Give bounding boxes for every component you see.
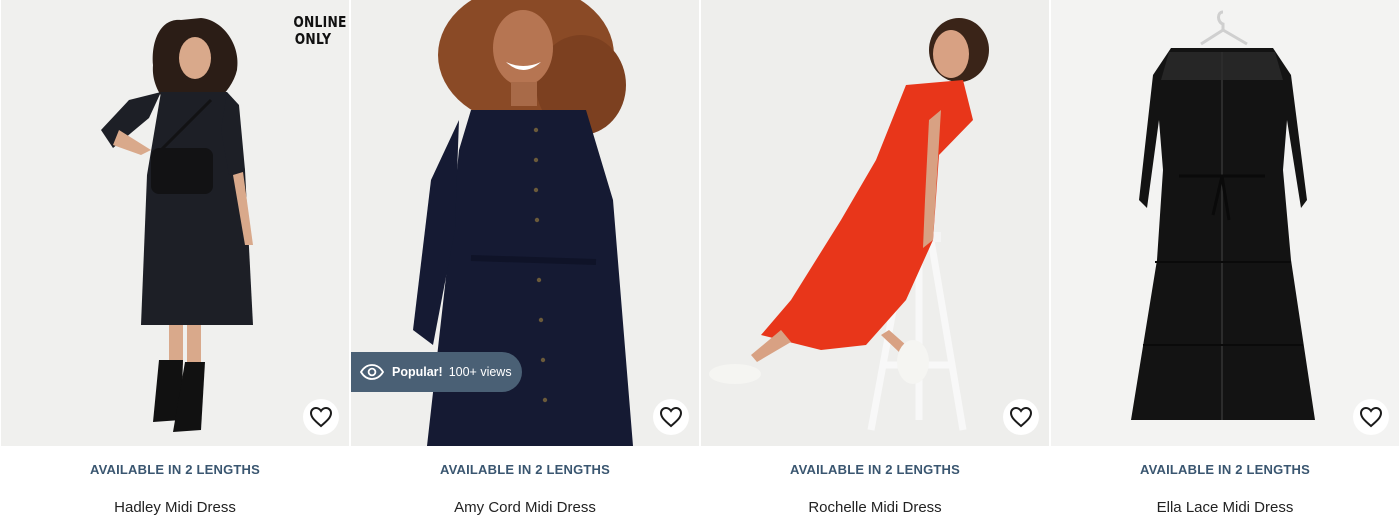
heart-outline-icon bbox=[659, 406, 683, 428]
popular-label: Popular! bbox=[392, 365, 443, 379]
product-name[interactable]: Amy Cord Midi Dress bbox=[351, 499, 699, 516]
heart-outline-icon bbox=[1359, 406, 1383, 428]
lengths-label: AVAILABLE IN 2 LENGTHS bbox=[1139, 462, 1311, 477]
online-only-badge: ONLINE ONLY bbox=[293, 13, 347, 48]
product-photo-ella bbox=[1051, 0, 1399, 446]
product-name[interactable]: Rochelle Midi Dress bbox=[701, 499, 1049, 516]
lengths-label: AVAILABLE IN 2 LENGTHS bbox=[89, 462, 261, 477]
product-name[interactable]: Ella Lace Midi Dress bbox=[1051, 499, 1399, 516]
product-card-amy[interactable]: Popular! 100+ views AVAILABLE IN 2 LENGT… bbox=[351, 0, 699, 520]
heart-outline-icon bbox=[309, 406, 333, 428]
product-card-rochelle[interactable]: AVAILABLE IN 2 LENGTHS Rochelle Midi Dre… bbox=[701, 0, 1049, 520]
lengths-label: AVAILABLE IN 2 LENGTHS bbox=[439, 462, 611, 477]
heart-outline-icon bbox=[1009, 406, 1033, 428]
wishlist-button[interactable] bbox=[303, 399, 339, 435]
product-card-ella[interactable]: AVAILABLE IN 2 LENGTHS Ella Lace Midi Dr… bbox=[1051, 0, 1399, 520]
product-image[interactable]: Popular! 100+ views bbox=[351, 0, 699, 446]
wishlist-button[interactable] bbox=[653, 399, 689, 435]
product-image[interactable] bbox=[701, 0, 1049, 446]
eye-icon bbox=[360, 364, 384, 380]
popular-badge: Popular! 100+ views bbox=[351, 352, 522, 392]
product-image[interactable]: ONLINE ONLY bbox=[1, 0, 349, 446]
product-card-hadley[interactable]: ONLINE ONLY AVAILABLE IN 2 LENGTHS Hadle… bbox=[1, 0, 349, 520]
wishlist-button[interactable] bbox=[1353, 399, 1389, 435]
product-photo-hadley bbox=[1, 0, 349, 446]
online-only-badge-line1: ONLINE bbox=[293, 13, 347, 31]
lengths-label: AVAILABLE IN 2 LENGTHS bbox=[789, 462, 961, 477]
product-photo-rochelle bbox=[701, 0, 1049, 446]
online-only-badge-line2: ONLY bbox=[294, 30, 332, 48]
product-grid: ONLINE ONLY AVAILABLE IN 2 LENGTHS Hadle… bbox=[0, 0, 1399, 520]
product-name[interactable]: Hadley Midi Dress bbox=[1, 499, 349, 516]
wishlist-button[interactable] bbox=[1003, 399, 1039, 435]
popular-views: 100+ views bbox=[448, 365, 512, 379]
product-image[interactable] bbox=[1051, 0, 1399, 446]
